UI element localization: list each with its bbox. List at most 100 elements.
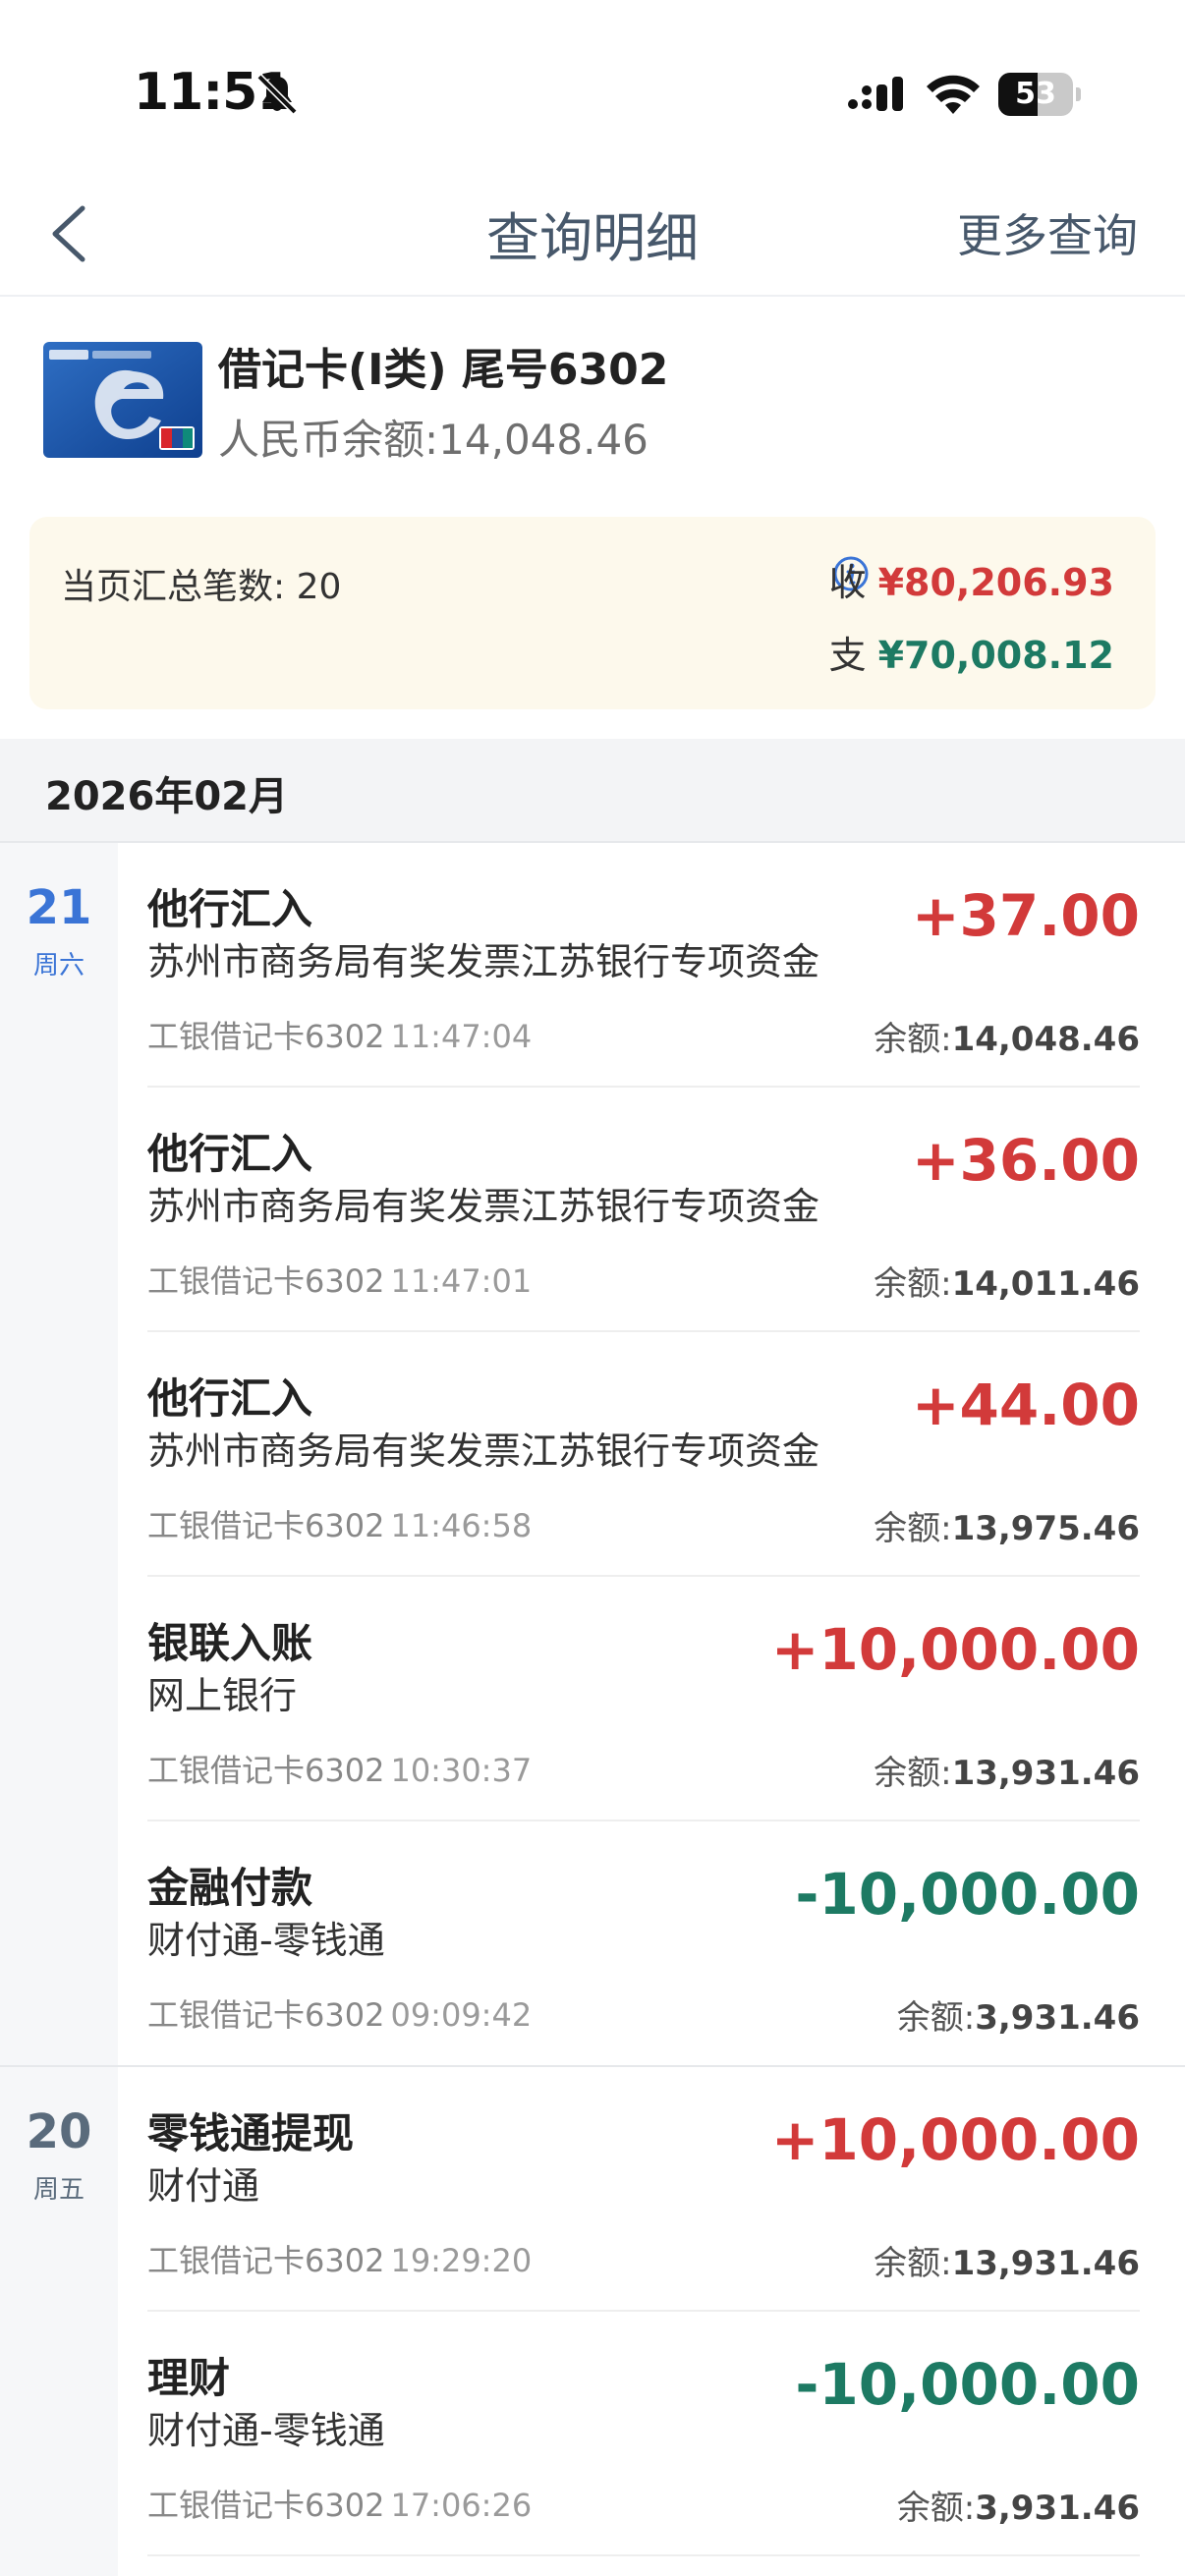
day-weekday: 周六 (32, 951, 85, 980)
income-label: 收 (828, 561, 867, 604)
balance-value: 3,931.46 (975, 1998, 1140, 2038)
balance-label: 余额: (874, 1020, 952, 1059)
icbc-e-card-image (43, 342, 202, 458)
transaction-card: 工银借记卡6302 (147, 1752, 385, 1789)
transaction-card: 工银借记卡6302 (147, 2487, 385, 2524)
transaction-row[interactable]: 他行汇入 苏州市商务局有奖发票江苏银行专项资金 工银借记卡6302 11:47:0… (147, 1088, 1140, 1332)
status-bar: 11:51 53 (0, 0, 1185, 157)
transaction-type: 理财 (147, 2354, 231, 2402)
expense-label: 支 (828, 634, 867, 677)
balance-value: 14,048.46 (951, 1020, 1140, 1059)
balance-label: 余额: (874, 1509, 952, 1548)
transaction-description: 苏州市商务局有奖发票江苏银行专项资金 (147, 1185, 820, 1228)
wifi-icon (927, 75, 980, 114)
transaction-description: 苏州市商务局有奖发票江苏银行专项资金 (147, 940, 820, 983)
transaction-row[interactable]: 他行汇入 苏州市商务局有奖发票江苏银行专项资金 工银借记卡6302 11:46:5… (147, 1332, 1140, 1577)
transaction-card-time: 工银借记卡6302 10:30:37 (147, 1746, 532, 1791)
month-header: 2026年02月 (0, 739, 1185, 843)
balance-value: 14,011.46 (951, 1264, 1140, 1304)
transaction-amount: +37.00 (911, 882, 1140, 949)
transaction-amount: -10,000.00 (795, 1861, 1140, 1928)
transaction-row[interactable]: 他行汇入 苏州市商务局有奖发票江苏银行专项资金 工银借记卡6302 11:47:0… (147, 843, 1140, 1088)
transaction-card-time: 工银借记卡6302 17:06:26 (147, 2481, 532, 2526)
battery-body: 53 (998, 73, 1073, 116)
balance-value: 3,931.46 (975, 2489, 1140, 2528)
transaction-type: 银联入账 (147, 1619, 313, 1667)
day-group: 21 周六 他行汇入 苏州市商务局有奖发票江苏银行专项资金 工银借记卡6302 1… (0, 843, 1185, 2065)
transaction-description: 网上银行 (147, 1674, 298, 1717)
transaction-amount: +44.00 (911, 1372, 1140, 1438)
transaction-description: 财付通-零钱通 (147, 2409, 385, 2452)
day-group: 20 周五 零钱通提现 财付通 工银借记卡6302 19:29:20 +10,00… (0, 2067, 1185, 2576)
transaction-time: 10:30:37 (390, 1752, 533, 1789)
transaction-card: 工银借记卡6302 (147, 1018, 385, 1055)
transaction-time: 17:06:26 (390, 2487, 533, 2524)
transaction-balance: 余额:3,931.46 (897, 2481, 1140, 2529)
account-header[interactable]: 借记卡(I类) 尾号6302 人民币余额:14,048.46 (0, 299, 1185, 501)
balance-label: 余额: (874, 1264, 952, 1304)
month-label: 2026年02月 (45, 774, 288, 819)
summary-count: 当页汇总笔数: 20 (61, 567, 342, 607)
transaction-description: 财付通 (147, 2164, 260, 2208)
account-name: 借记卡(I类) 尾号6302 (218, 345, 669, 395)
transaction-card: 工银借记卡6302 (147, 2242, 385, 2279)
transaction-card-time: 工银借记卡6302 11:46:58 (147, 1501, 532, 1546)
summary-income: 收 ¥80,206.93 (828, 552, 1114, 606)
balance-value: 13,975.46 (951, 1509, 1140, 1548)
battery-indicator: 53 (998, 73, 1081, 116)
day-column: 21 周六 (0, 843, 118, 2065)
transaction-card-time: 工银借记卡6302 11:47:04 (147, 1012, 532, 1057)
day-number: 21 (26, 880, 92, 935)
transaction-row[interactable]: 零钱通提现 财付通 工银借记卡6302 19:29:20 +10,000.00 余… (147, 2067, 1140, 2312)
transaction-balance: 余额:3,931.46 (897, 1990, 1140, 2039)
transaction-card: 工银借记卡6302 (147, 1507, 385, 1544)
transaction-card-time: 工银借记卡6302 09:09:42 (147, 1990, 532, 2036)
transaction-card: 工银借记卡6302 (147, 1996, 385, 2034)
balance-label: 余额: (874, 2244, 952, 2283)
bell-slash-icon (256, 74, 298, 115)
transaction-time: 19:29:20 (390, 2242, 533, 2279)
battery-cap (1076, 87, 1081, 101)
transaction-type: 他行汇入 (147, 885, 313, 933)
nav-bar: 查询明细 更多查询 (0, 157, 1185, 297)
more-query-button[interactable]: 更多查询 (957, 200, 1138, 265)
transaction-card-time: 工银借记卡6302 11:47:01 (147, 1257, 532, 1302)
transaction-row[interactable]: 理财 财付通-零钱通 工银借记卡6302 17:06:26 -10,000.00 … (147, 2312, 1140, 2556)
transaction-description: 财付通-零钱通 (147, 1919, 385, 1962)
income-amount: ¥80,206.93 (877, 561, 1114, 604)
transaction-row[interactable]: 金融付款 财付通-零钱通 工银借记卡6302 09:09:42 -10,000.0… (147, 1821, 1140, 2066)
day-weekday: 周五 (32, 2175, 85, 2205)
transaction-type: 零钱通提现 (147, 2109, 355, 2157)
balance-label: 余额: (896, 1998, 976, 2038)
balance-value: 13,931.46 (951, 2244, 1140, 2283)
transaction-time: 11:46:58 (390, 1507, 533, 1544)
transaction-balance: 余额:13,931.46 (874, 1746, 1140, 1794)
transaction-amount: +36.00 (911, 1127, 1140, 1194)
transaction-description: 苏州市商务局有奖发票江苏银行专项资金 (147, 1429, 820, 1473)
transaction-type: 他行汇入 (147, 1130, 313, 1178)
transaction-time: 09:09:42 (390, 1996, 533, 2034)
transaction-card-time: 工银借记卡6302 19:29:20 (147, 2236, 532, 2281)
transaction-balance: 余额:14,048.46 (874, 1012, 1140, 1060)
transaction-balance: 余额:13,931.46 (874, 2236, 1140, 2284)
balance-label: 余额: (896, 2489, 976, 2528)
transaction-time: 11:47:01 (390, 1262, 533, 1300)
balance-label: 余额: (874, 1754, 952, 1793)
transaction-row[interactable]: 银联入账 网上银行 工银借记卡6302 10:30:37 +10,000.00 余… (147, 1577, 1140, 1821)
transaction-amount: +10,000.00 (770, 2106, 1140, 2173)
transaction-time: 11:47:04 (390, 1018, 533, 1055)
cellular-signal-icon (848, 77, 903, 111)
transaction-type: 他行汇入 (147, 1374, 313, 1423)
transaction-balance: 余额:14,011.46 (874, 1257, 1140, 1305)
transaction-amount: +10,000.00 (770, 1616, 1140, 1683)
transaction-card: 工银借记卡6302 (147, 1262, 385, 1300)
summary-expense: 支 ¥70,008.12 (828, 625, 1114, 679)
expense-amount: ¥70,008.12 (877, 634, 1114, 677)
transaction-amount: -10,000.00 (795, 2351, 1140, 2418)
day-number: 20 (26, 2104, 92, 2159)
summary-panel: 当页汇总笔数: 20 收 ¥80,206.93 支 ¥70,008.12 (29, 517, 1156, 709)
day-column: 20 周五 (0, 2067, 118, 2576)
transaction-type: 金融付款 (147, 1864, 313, 1912)
transaction-balance: 余额:13,975.46 (874, 1501, 1140, 1549)
balance-value: 13,931.46 (951, 1754, 1140, 1793)
